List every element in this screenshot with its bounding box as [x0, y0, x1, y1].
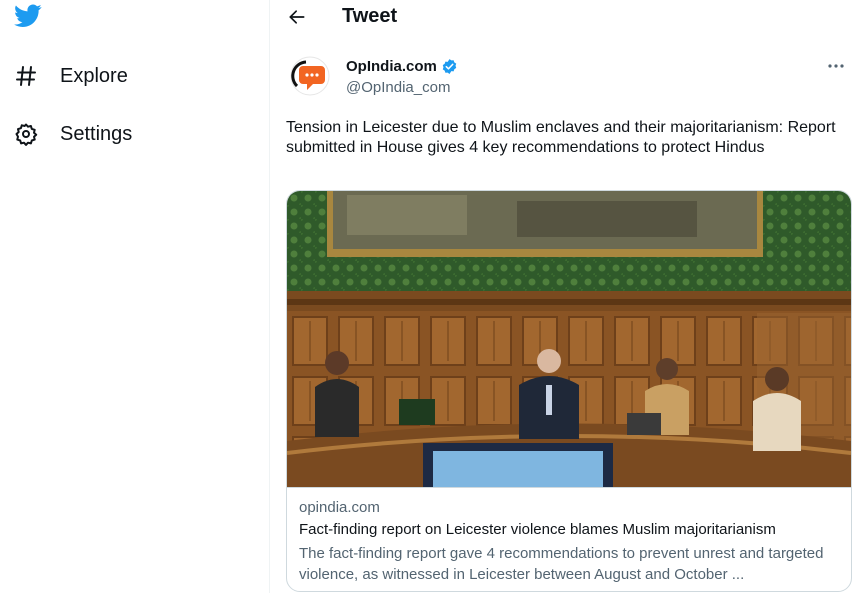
tweet-text: Tension in Leicester due to Muslim encla…	[286, 119, 836, 156]
avatar[interactable]	[290, 56, 330, 96]
sidebar-item-label: Settings	[60, 122, 133, 145]
card-title: Fact-finding report on Leicester violenc…	[299, 521, 776, 538]
verified-badge-icon	[441, 58, 458, 75]
tweet-detail: Tweet OpIndia.com @OpIndia_com Tension i…	[270, 0, 853, 593]
gear-icon	[12, 120, 40, 148]
sidebar-item-label: Explore	[60, 64, 128, 87]
author-handle[interactable]: @OpIndia_com	[346, 79, 450, 96]
arrow-left-icon[interactable]	[284, 4, 310, 30]
page-title: Tweet	[342, 5, 398, 27]
hashtag-icon	[12, 62, 40, 90]
sidebar-item-explore[interactable]: Explore	[12, 56, 128, 96]
sidebar: Explore Settings	[0, 0, 270, 593]
card-description: The fact-finding report gave 4 recommend…	[299, 545, 824, 583]
sidebar-item-settings[interactable]: Settings	[12, 114, 132, 154]
more-horizontal-icon[interactable]	[823, 56, 849, 76]
card-image	[287, 191, 851, 487]
link-card[interactable]: opindia.com Fact-finding report on Leice…	[286, 190, 852, 592]
card-domain: opindia.com	[299, 499, 380, 516]
header: Tweet	[270, 0, 853, 34]
twitter-bird-icon[interactable]	[14, 4, 42, 28]
card-info: opindia.com Fact-finding report on Leice…	[287, 487, 851, 591]
author-name-text: OpIndia.com	[346, 58, 437, 75]
author-name[interactable]: OpIndia.com	[346, 58, 458, 75]
